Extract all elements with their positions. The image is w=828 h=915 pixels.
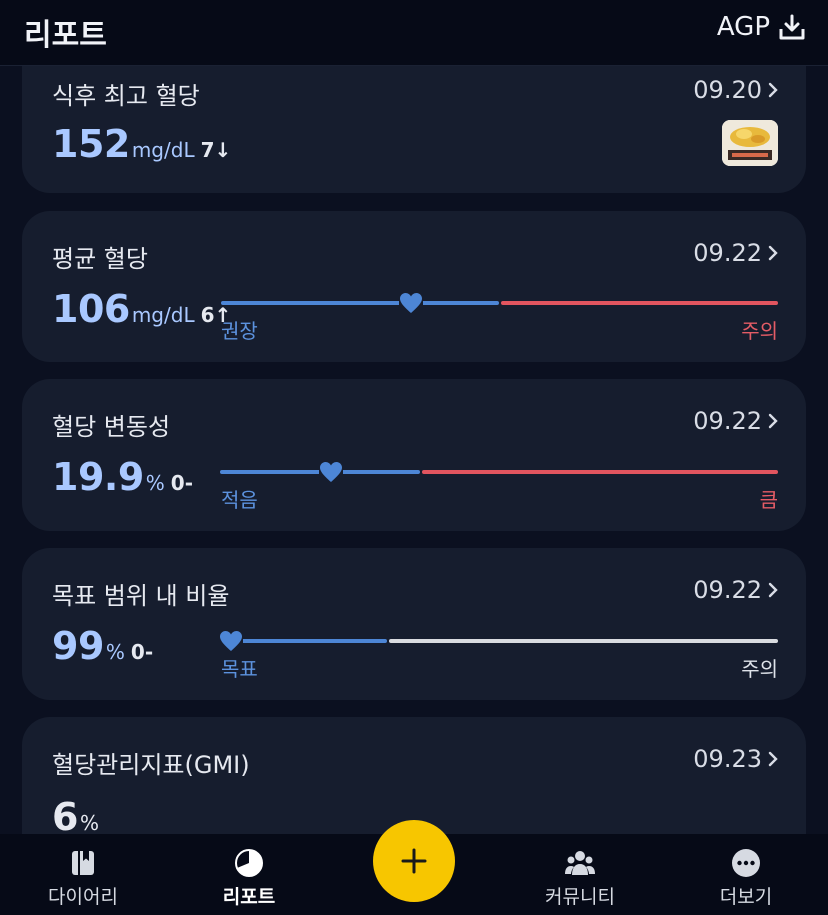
card-date[interactable]: 09.23: [693, 745, 778, 773]
chevron-right-icon: [768, 751, 778, 767]
metric: 6 %: [52, 795, 99, 834]
nav-more[interactable]: 더보기: [686, 848, 806, 909]
community-icon: [565, 851, 595, 875]
date-text: 09.22: [693, 239, 762, 267]
nav-label: 다이어리: [48, 886, 118, 908]
diary-icon: [72, 851, 94, 875]
metric: 106 mg/dL 6↑: [52, 287, 231, 331]
metric: 19.9 % 0-: [52, 455, 193, 499]
nav-label: 더보기: [719, 886, 773, 908]
chevron-right-icon: [768, 245, 778, 261]
metric-value: 6: [52, 795, 78, 834]
range-bar-good: [221, 639, 387, 643]
range-bar-caution: [422, 470, 778, 474]
card-title: 식후 최고 혈당: [52, 82, 200, 110]
range-label-high: 주의: [741, 657, 778, 681]
nav-diary[interactable]: 다이어리: [23, 848, 143, 909]
card-date[interactable]: 09.22: [693, 407, 778, 435]
metric-value: 106: [52, 287, 130, 331]
range-bar-good: [221, 301, 499, 305]
heart-icon: [319, 461, 343, 483]
plus-icon: [401, 848, 427, 874]
range-label-low: 적음: [221, 488, 258, 512]
more-icon: [732, 849, 760, 877]
chevron-right-icon: [768, 413, 778, 429]
metric: 99 % 0-: [52, 624, 153, 668]
card-title: 목표 범위 내 비율: [52, 582, 230, 610]
report-icon: [235, 849, 263, 877]
card-title: 혈당관리지표(GMI): [52, 751, 250, 779]
report-list[interactable]: 식후 최고 혈당 09.20 152 mg/dL 7↓ 평균 혈당 09.22: [0, 66, 828, 834]
range-label-low: 목표: [221, 657, 258, 681]
metric-value: 99: [52, 624, 104, 668]
page-title: 리포트: [24, 18, 107, 53]
date-text: 09.23: [693, 745, 762, 773]
date-text: 09.22: [693, 576, 762, 604]
gmi-card[interactable]: 혈당관리지표(GMI) 09.23 6 %: [22, 717, 806, 834]
metric-unit: mg/dL: [131, 138, 195, 162]
range-label-low: 권장: [221, 319, 258, 343]
range-label-high: 큼: [759, 488, 778, 512]
nav-community[interactable]: 커뮤니티: [520, 848, 640, 909]
card-date[interactable]: 09.20: [693, 76, 778, 104]
range-bar-caution: [389, 639, 778, 643]
date-text: 09.20: [693, 76, 762, 104]
metric-unit: %: [105, 640, 125, 664]
average-glucose-card[interactable]: 평균 혈당 09.22 106 mg/dL 6↑ 권장 주의: [22, 211, 806, 362]
metric-delta: 0-: [170, 471, 193, 495]
metric-delta: 0-: [130, 640, 154, 664]
metric-value: 152: [52, 122, 130, 166]
metric: 152 mg/dL 7↓: [52, 122, 231, 166]
meal-photo-image: [722, 120, 778, 166]
metric-unit: %: [79, 811, 99, 834]
card-title: 혈당 변동성: [52, 413, 171, 441]
agp-download-button[interactable]: AGP: [717, 12, 806, 42]
nav-report[interactable]: 리포트: [189, 848, 309, 909]
heart-icon: [219, 630, 243, 652]
time-in-range-card[interactable]: 목표 범위 내 비율 09.22 99 % 0- 목표 주의: [22, 548, 806, 700]
add-button[interactable]: [373, 820, 455, 902]
chevron-right-icon: [768, 82, 778, 98]
chevron-right-icon: [768, 582, 778, 598]
range-label-high: 주의: [741, 319, 778, 343]
card-title: 평균 혈당: [52, 245, 148, 273]
metric-unit: %: [145, 471, 165, 495]
agp-label: AGP: [716, 12, 770, 42]
nav-label: 커뮤니티: [545, 886, 615, 908]
card-date[interactable]: 09.22: [693, 576, 778, 604]
variability-card[interactable]: 혈당 변동성 09.22 19.9 % 0- 적음 큼: [22, 379, 806, 531]
metric-value: 19.9: [52, 455, 144, 499]
meal-photo[interactable]: [722, 120, 778, 166]
download-icon: [779, 14, 805, 40]
nav-label: 리포트: [222, 886, 276, 908]
top-bar: 리포트 AGP: [0, 0, 828, 66]
metric-unit: mg/dL: [131, 303, 195, 327]
card-date[interactable]: 09.22: [693, 239, 778, 267]
postmeal-card[interactable]: 식후 최고 혈당 09.20 152 mg/dL 7↓: [22, 66, 806, 193]
date-text: 09.22: [693, 407, 762, 435]
heart-icon: [399, 292, 423, 314]
metric-delta: 7↓: [200, 138, 232, 162]
range-bar-caution: [501, 301, 778, 305]
